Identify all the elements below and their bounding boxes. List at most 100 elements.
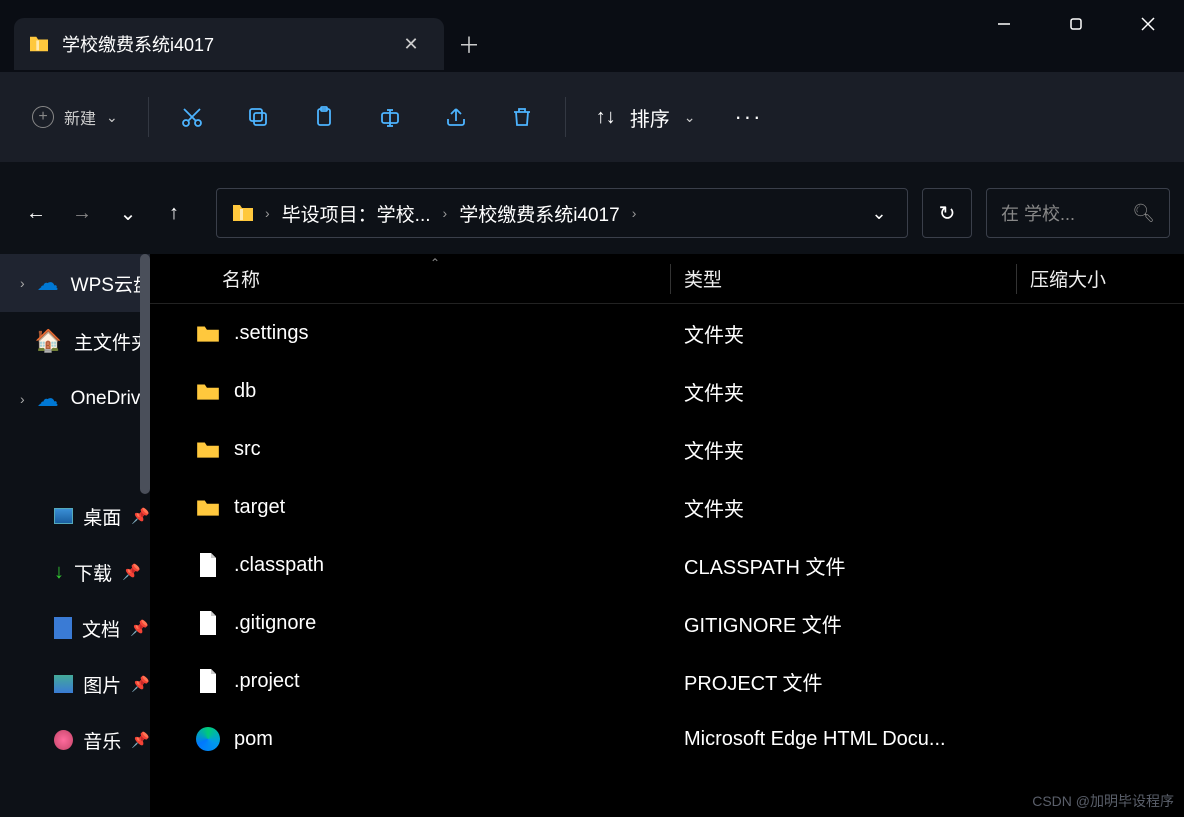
watermark: CSDN @加明毕设程序	[1032, 791, 1174, 811]
sidebar-quick-downloads[interactable]: ↓ 下载 📌	[0, 544, 150, 600]
copy-button[interactable]	[227, 91, 289, 143]
share-button[interactable]	[425, 91, 487, 143]
file-type: 文件夹	[684, 319, 744, 348]
folder-zip-icon	[28, 35, 50, 53]
file-name: target	[234, 496, 285, 519]
chevron-right-icon: ›	[20, 391, 25, 407]
breadcrumb-segment[interactable]: 学校缴费系统i4017	[451, 200, 628, 227]
cloud-icon: ☁	[37, 270, 59, 296]
sidebar-quick-music[interactable]: 音乐 📌	[0, 712, 150, 768]
sidebar-quick-documents[interactable]: 文档 📌	[0, 600, 150, 656]
file-type: 文件夹	[684, 435, 744, 464]
sidebar-quick-desktop[interactable]: 桌面 📌	[0, 488, 150, 544]
more-button[interactable]: ···	[717, 91, 779, 143]
file-type: CLASSPATH 文件	[684, 551, 846, 580]
back-button[interactable]: ←	[14, 191, 58, 235]
window-controls	[968, 0, 1184, 48]
file-list: ⌃ 名称 类型 压缩大小 .settings文件夹db文件夹src文件夹targ…	[150, 254, 1184, 817]
chevron-down-icon: ⌄	[684, 109, 696, 126]
home-icon: 🏠	[35, 328, 62, 354]
file-icon	[194, 668, 222, 694]
chevron-right-icon: ›	[20, 275, 25, 291]
chevron-right-icon: ›	[441, 205, 450, 221]
tab-active[interactable]: 学校缴费系统i4017 ✕	[14, 18, 444, 70]
sidebar-quick-label: 下载	[74, 559, 112, 586]
sort-caret-icon: ⌃	[430, 256, 440, 270]
file-name: pom	[234, 728, 273, 751]
main: › ☁ WPS云盘 🏠 主文件夹 › ☁ OneDrive 桌面 📌 ↓ 下载 …	[0, 254, 1184, 817]
scrollbar[interactable]	[140, 254, 150, 817]
file-row[interactable]: src 文件夹	[150, 420, 1184, 478]
minimize-button[interactable]	[968, 0, 1040, 48]
separator	[148, 97, 149, 137]
file-icon	[194, 552, 222, 578]
file-name: .project	[234, 670, 300, 693]
file-row[interactable]: .project PROJECT 文件	[150, 652, 1184, 710]
file-row[interactable]: db 文件夹	[150, 362, 1184, 420]
search-input[interactable]: 在 学校... 🔍︎	[986, 188, 1170, 238]
tab-close-button[interactable]: ✕	[396, 29, 426, 59]
file-row[interactable]: pom Microsoft Edge HTML Docu...	[150, 710, 1184, 768]
new-label: 新建	[64, 105, 96, 129]
sidebar-item-onedrive[interactable]: › ☁ OneDrive	[0, 370, 150, 428]
scrollbar-thumb[interactable]	[140, 254, 150, 494]
file-name: db	[234, 380, 256, 403]
file-type: Microsoft Edge HTML Docu...	[684, 728, 946, 751]
sort-label: 排序	[630, 103, 670, 132]
sidebar-quick-pictures[interactable]: 图片 📌	[0, 656, 150, 712]
close-button[interactable]	[1112, 0, 1184, 48]
chevron-right-icon: ›	[263, 205, 272, 221]
delete-button[interactable]	[491, 91, 553, 143]
cut-button[interactable]	[161, 91, 223, 143]
sidebar-item-wps[interactable]: › ☁ WPS云盘	[0, 254, 150, 312]
column-separator[interactable]	[1016, 264, 1017, 294]
new-tab-button[interactable]: ＋	[444, 18, 494, 70]
tab-title: 学校缴费系统i4017	[62, 31, 384, 57]
breadcrumb-expand[interactable]: ⌄	[859, 203, 899, 224]
separator	[565, 97, 566, 137]
file-type: PROJECT 文件	[684, 667, 823, 696]
file-row[interactable]: .settings 文件夹	[150, 304, 1184, 362]
file-type: 文件夹	[684, 493, 744, 522]
sidebar-item-home[interactable]: 🏠 主文件夹	[0, 312, 150, 370]
file-row[interactable]: target 文件夹	[150, 478, 1184, 536]
column-size[interactable]: 压缩大小	[1030, 265, 1106, 292]
download-icon: ↓	[54, 561, 64, 584]
refresh-button[interactable]: ↻	[922, 188, 972, 238]
recent-button[interactable]: ⌄	[106, 191, 150, 235]
file-row[interactable]: .classpath CLASSPATH 文件	[150, 536, 1184, 594]
column-separator[interactable]	[670, 264, 671, 294]
desktop-icon	[54, 508, 73, 524]
document-icon	[54, 617, 72, 639]
sort-button[interactable]: ↑↓ 排序 ⌄	[578, 91, 714, 143]
paste-button[interactable]	[293, 91, 355, 143]
chevron-right-icon: ›	[630, 205, 639, 221]
file-icon	[194, 610, 222, 636]
file-name: .classpath	[234, 554, 324, 577]
edge-icon	[194, 726, 222, 752]
titlebar: 学校缴费系统i4017 ✕ ＋	[0, 0, 1184, 72]
breadcrumb-segment[interactable]: 毕设项目：学校...	[274, 200, 439, 227]
forward-button[interactable]: →	[60, 191, 104, 235]
maximize-button[interactable]	[1040, 0, 1112, 48]
folder-icon	[194, 494, 222, 520]
sidebar-quick-label: 图片	[83, 671, 121, 698]
file-name: .settings	[234, 322, 308, 345]
search-placeholder: 在 学校...	[1001, 200, 1075, 226]
sidebar-item-label: WPS云盘	[71, 270, 150, 297]
column-name[interactable]: 名称	[222, 265, 260, 292]
breadcrumb[interactable]: › 毕设项目：学校... › 学校缴费系统i4017 › ⌄	[216, 188, 908, 238]
sidebar-item-label: OneDrive	[71, 388, 150, 410]
plus-circle-icon: +	[32, 106, 54, 128]
sidebar-quick-label: 桌面	[83, 503, 121, 530]
column-type[interactable]: 类型	[684, 265, 722, 292]
folder-zip-icon	[231, 203, 255, 223]
new-button[interactable]: + 新建 ⌄	[14, 91, 136, 143]
image-icon	[54, 675, 73, 693]
file-type: 文件夹	[684, 377, 744, 406]
up-button[interactable]: ↑	[152, 191, 196, 235]
sidebar-quick-label: 音乐	[83, 727, 121, 754]
file-name: src	[234, 438, 261, 461]
rename-button[interactable]	[359, 91, 421, 143]
file-row[interactable]: .gitignoreGITIGNORE 文件	[150, 594, 1184, 652]
